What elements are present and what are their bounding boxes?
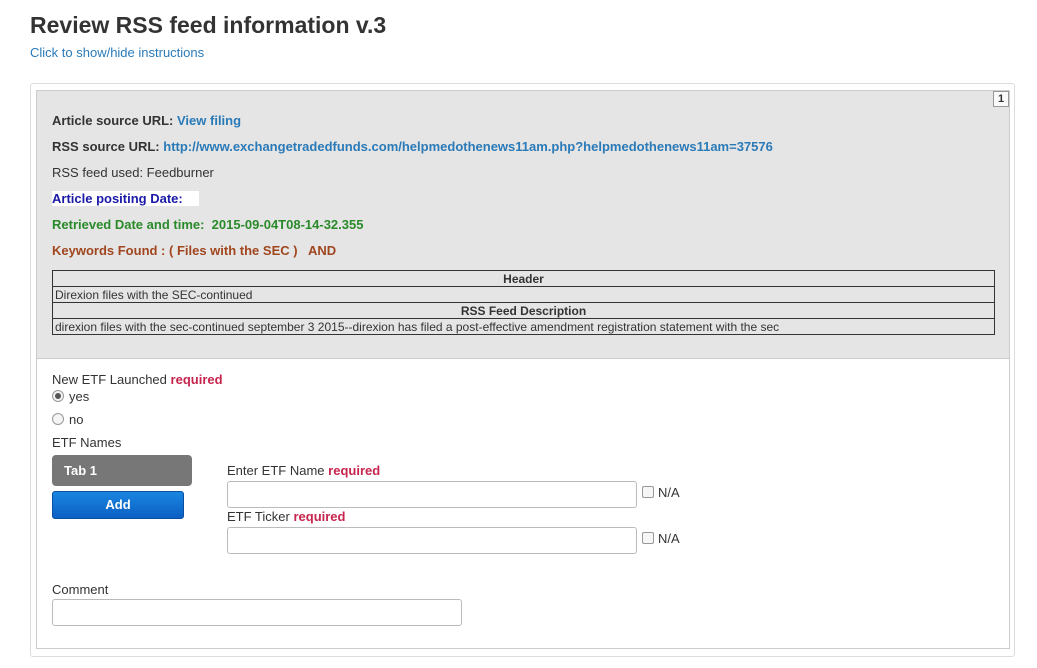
keywords-row: Keywords Found : ( Files with the SEC ) … (52, 243, 336, 258)
page-title: Review RSS feed information v.3 (30, 12, 387, 38)
etf-ticker-input[interactable] (227, 527, 637, 554)
feed-header-label: Header (52, 270, 995, 287)
comment-input[interactable] (52, 599, 462, 626)
yes-label[interactable]: yes (69, 389, 89, 404)
page-number-badge: 1 (993, 91, 1009, 107)
article-date-label: Article positing Date: (52, 191, 199, 206)
view-filing-link[interactable]: View filing (177, 113, 241, 128)
etf-name-label: Enter ETF Name (227, 463, 325, 478)
retrieved-row: Retrieved Date and time: 2015-09-04T08-1… (52, 217, 363, 232)
rss-source-link[interactable]: http://www.exchangetradedfunds.com/helpm… (163, 139, 773, 154)
comment-label: Comment (52, 582, 109, 597)
feed-description-value: direxion files with the sec-continued se… (52, 318, 995, 335)
article-date-row: Article positing Date: (52, 191, 199, 206)
required-marker: required (328, 463, 381, 478)
rss-feed-used: RSS feed used: Feedburner (52, 165, 214, 180)
add-button[interactable]: Add (52, 491, 184, 519)
etf-ticker-na-label[interactable]: N/A (658, 531, 680, 546)
rss-source-row: RSS source URL: http://www.exchangetrade… (52, 139, 773, 154)
article-source-label: Article source URL: (52, 113, 174, 128)
feed-header-value: Direxion files with the SEC-continued (52, 286, 995, 303)
tab-1[interactable]: Tab 1 (52, 455, 192, 486)
etf-ticker-label: ETF Ticker (227, 509, 290, 524)
feed-table: Header Direxion files with the SEC-conti… (52, 270, 995, 335)
new-etf-label: New ETF Launched (52, 372, 167, 387)
new-etf-question: New ETF Launched required (52, 372, 223, 387)
task-panel: 1 Article source URL: View filing RSS so… (30, 83, 1015, 657)
form-area: New ETF Launched required yes no ETF Nam… (36, 359, 1010, 649)
rss-source-label: RSS source URL: (52, 139, 160, 154)
article-source-row: Article source URL: View filing (52, 113, 241, 128)
retrieved-value: 2015-09-04T08-14-32.355 (211, 217, 364, 232)
info-panel: 1 Article source URL: View filing RSS so… (36, 90, 1010, 359)
keywords-operator: AND (307, 243, 337, 258)
etf-name-input[interactable] (227, 481, 637, 508)
toggle-instructions-link[interactable]: Click to show/hide instructions (30, 45, 204, 60)
required-marker: required (170, 372, 223, 387)
etf-name-question: Enter ETF Name required (227, 463, 380, 478)
feed-description-label: RSS Feed Description (52, 302, 995, 319)
no-label[interactable]: no (69, 412, 83, 427)
etf-ticker-question: ETF Ticker required (227, 509, 345, 524)
required-marker: required (293, 509, 346, 524)
etf-name-na-label[interactable]: N/A (658, 485, 680, 500)
etf-ticker-na-checkbox[interactable] (642, 532, 654, 544)
yes-radio[interactable] (52, 390, 64, 402)
etf-name-na-checkbox[interactable] (642, 486, 654, 498)
etf-names-label: ETF Names (52, 435, 122, 450)
retrieved-label: Retrieved Date and time: (52, 217, 205, 232)
keywords-label: Keywords Found : ( Files with the SEC ) (52, 243, 298, 258)
no-radio[interactable] (52, 413, 64, 425)
